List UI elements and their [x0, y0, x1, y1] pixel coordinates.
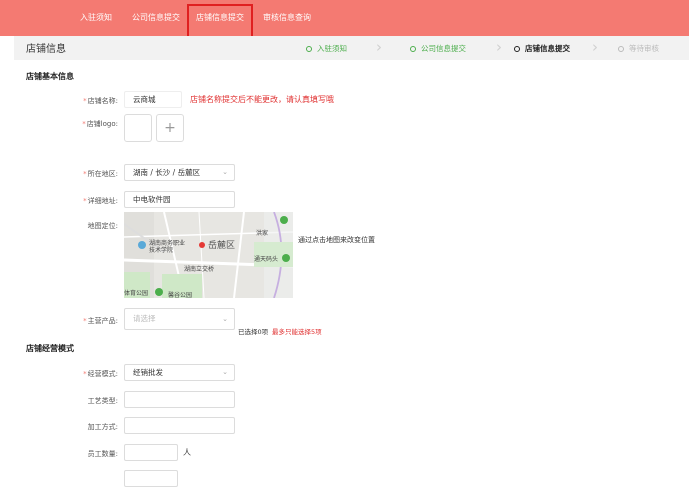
step-notice: 入驻须知 [306, 43, 347, 54]
process-method-input[interactable] [124, 417, 235, 434]
section-title-basic: 店铺基本信息 [26, 72, 74, 81]
map-place-label: 体育公园 [124, 290, 149, 297]
map-place-label: 岳麓区 [208, 241, 236, 251]
region-select[interactable]: 湖南 / 长沙 / 岳麓区 ⌄ [124, 164, 235, 181]
page-title: 店铺信息 [26, 44, 66, 55]
region-label: *所在地区: [83, 170, 118, 178]
store-name-label: *店铺名称: [83, 97, 118, 105]
nav-item-notice[interactable]: 入驻须知 [80, 9, 112, 27]
map-place-label: 湖南立交桥 [184, 266, 215, 273]
business-mode-label: *经营模式: [83, 370, 118, 378]
nav-item-company-info[interactable]: 公司信息提交 [132, 9, 180, 27]
check-circle-icon [410, 46, 416, 52]
products-label: *主营产品: [83, 317, 118, 325]
chevron-right-icon: › [376, 38, 382, 56]
store-logo-upload-button[interactable]: + [156, 114, 184, 142]
check-circle-icon [306, 46, 312, 52]
nav-highlight-box [187, 4, 253, 40]
map-label: 地图定位: [87, 222, 118, 230]
store-logo-label: *店铺logo: [82, 120, 118, 128]
business-mode-select[interactable]: 经销批发 ⌄ [124, 364, 235, 381]
craft-type-label: 工艺类型: [87, 397, 118, 405]
staff-count-input[interactable] [124, 444, 178, 461]
craft-type-input[interactable] [124, 391, 235, 408]
store-logo-preview[interactable] [124, 114, 152, 142]
chevron-down-icon: ⌄ [222, 315, 228, 323]
process-method-label: 加工方式: [87, 423, 118, 431]
chevron-right-icon: › [496, 38, 502, 56]
store-name-input[interactable]: 云商城 [124, 91, 182, 108]
top-nav-bar: 入驻须知 公司信息提交 店铺信息提交 审核信息查询 [0, 0, 689, 36]
step-store-info: 店铺信息提交 [514, 43, 570, 54]
section-title-business: 店铺经营模式 [26, 344, 74, 353]
step-company-info: 公司信息提交 [410, 43, 466, 54]
map-place-label: 湖南商务职业技术学院 [149, 240, 186, 254]
products-max-hint: 最多只能选择5项 [272, 328, 322, 336]
chevron-down-icon: ⌄ [222, 368, 228, 376]
staff-count-unit: 人 [183, 448, 191, 457]
products-selected-count: 已选择0项 [238, 328, 269, 336]
next-field-input[interactable] [124, 470, 178, 487]
pending-circle-icon [618, 46, 624, 52]
page-header: 店铺信息 [14, 36, 689, 60]
map-place-label: 馨谷公园 [168, 292, 193, 298]
staff-count-label: 员工数量: [87, 450, 118, 458]
address-label: *详细地址: [83, 197, 118, 205]
address-input[interactable]: 中电软件园 [124, 191, 235, 208]
plus-icon: + [164, 120, 176, 136]
nav-item-audit-query[interactable]: 审核信息查询 [263, 9, 311, 27]
map-place-label: 通天码头 [254, 256, 279, 263]
map-hint: 通过点击地图来改变位置 [298, 236, 375, 244]
current-circle-icon [514, 46, 520, 52]
location-map[interactable]: 湖南商务职业技术学院 岳麓区 湖南立交桥 体育公园 馨谷公园 洪家 通天码头 [124, 212, 293, 298]
map-place-label: 洪家 [256, 230, 269, 237]
chevron-right-icon: › [592, 38, 598, 56]
chevron-down-icon: ⌄ [222, 168, 228, 176]
products-select[interactable]: 请选择 ⌄ [124, 308, 235, 330]
store-name-warning: 店铺名称提交后不能更改，请认真填写哦 [190, 95, 334, 104]
step-waiting-audit: 等待审核 [618, 43, 659, 54]
